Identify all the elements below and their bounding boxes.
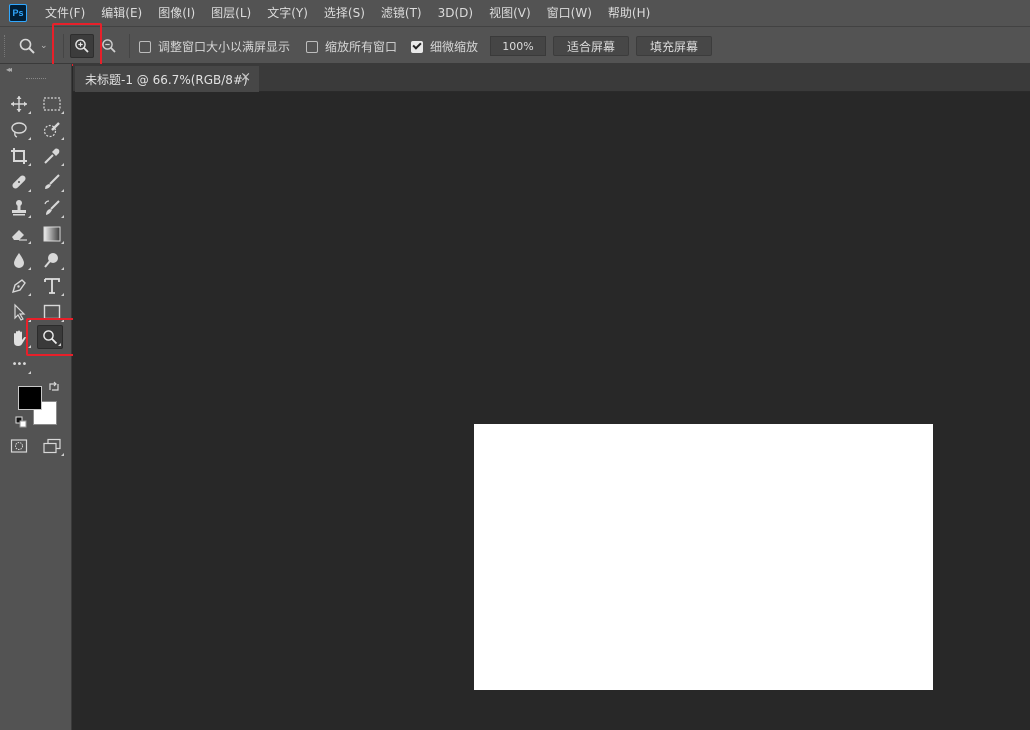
quick-mask-button[interactable] bbox=[6, 434, 32, 458]
rectangular-marquee-icon bbox=[43, 97, 61, 111]
document-canvas[interactable] bbox=[474, 424, 933, 690]
dodge-tool[interactable] bbox=[39, 248, 65, 272]
menu-type[interactable]: 文字(Y) bbox=[259, 0, 316, 26]
more-dots-icon: ••• bbox=[11, 358, 28, 370]
marquee-tool[interactable] bbox=[39, 92, 65, 116]
screen-mode-icon bbox=[43, 438, 61, 454]
zoom-percent-field[interactable]: 100% bbox=[490, 36, 546, 56]
eraser-icon bbox=[10, 225, 28, 243]
document-tab-bar: 未标题-1 @ 66.7%(RGB/8#) × bbox=[73, 64, 1030, 92]
clone-stamp-tool[interactable] bbox=[6, 196, 32, 220]
menu-image[interactable]: 图像(I) bbox=[150, 0, 203, 26]
fill-screen-button[interactable]: 填充屏幕 bbox=[636, 36, 712, 56]
lasso-tool[interactable] bbox=[6, 118, 32, 142]
document-tab-title: 未标题-1 @ 66.7%(RGB/8#) bbox=[85, 72, 248, 87]
brush-icon bbox=[43, 173, 61, 191]
move-tool[interactable] bbox=[6, 92, 32, 116]
zoom-tool-icon bbox=[18, 37, 36, 55]
checkbox-box-checked[interactable] bbox=[411, 40, 423, 53]
pen-icon bbox=[10, 277, 28, 295]
type-icon bbox=[43, 277, 61, 295]
menu-bar: Ps 文件(F) 编辑(E) 图像(I) 图层(L) 文字(Y) 选择(S) 滤… bbox=[0, 0, 1030, 26]
menu-help[interactable]: 帮助(H) bbox=[600, 0, 658, 26]
lasso-icon bbox=[10, 121, 28, 139]
move-icon bbox=[10, 95, 28, 113]
menu-view[interactable]: 视图(V) bbox=[481, 0, 539, 26]
menu-edit[interactable]: 编辑(E) bbox=[93, 0, 150, 26]
document-tab[interactable]: 未标题-1 @ 66.7%(RGB/8#) × bbox=[75, 66, 259, 92]
brush-tool[interactable] bbox=[39, 170, 65, 194]
foreground-color-swatch[interactable] bbox=[18, 386, 42, 410]
panel-grip[interactable] bbox=[26, 78, 46, 80]
dodge-icon bbox=[43, 251, 61, 269]
water-drop-icon bbox=[10, 251, 28, 269]
quick-selection-icon bbox=[43, 121, 61, 139]
menu-3d[interactable]: 3D(D) bbox=[430, 0, 481, 26]
healing-brush-tool[interactable] bbox=[6, 170, 32, 194]
swap-colors-icon[interactable] bbox=[48, 381, 60, 393]
screen-mode-button[interactable] bbox=[39, 434, 65, 458]
type-tool[interactable] bbox=[39, 274, 65, 298]
menu-layer[interactable]: 图层(L) bbox=[203, 0, 259, 26]
crop-icon bbox=[10, 147, 28, 165]
stamp-icon bbox=[10, 199, 28, 217]
quick-selection-tool[interactable] bbox=[39, 118, 65, 142]
canvas-workspace[interactable] bbox=[73, 92, 1030, 730]
blur-tool[interactable] bbox=[6, 248, 32, 272]
menu-window[interactable]: 窗口(W) bbox=[539, 0, 600, 26]
resize-windows-label: 调整窗口大小以满屏显示 bbox=[158, 40, 291, 54]
zoom-all-windows-label: 缩放所有窗口 bbox=[325, 40, 398, 54]
menu-filter[interactable]: 滤镜(T) bbox=[373, 0, 430, 26]
eraser-tool[interactable] bbox=[6, 222, 32, 246]
resize-windows-checkbox[interactable]: 调整窗口大小以满屏显示 bbox=[139, 38, 290, 55]
history-brush-tool[interactable] bbox=[39, 196, 65, 220]
highlight-box-zoom-in bbox=[52, 23, 102, 66]
close-icon[interactable]: × bbox=[240, 70, 251, 85]
options-bar-grip[interactable] bbox=[4, 35, 7, 57]
gradient-tool[interactable] bbox=[39, 222, 65, 246]
tools-panel: ◂◂ ••• bbox=[0, 64, 72, 730]
zoom-all-windows-checkbox[interactable]: 缩放所有窗口 bbox=[306, 38, 397, 55]
quick-mask-icon bbox=[10, 438, 28, 454]
default-colors-icon[interactable] bbox=[15, 416, 27, 428]
eyedropper-icon bbox=[43, 147, 61, 165]
collapse-panel-icon[interactable]: ◂◂ bbox=[6, 65, 12, 74]
crop-tool[interactable] bbox=[6, 144, 32, 168]
scrubby-zoom-checkbox[interactable]: 细微缩放 bbox=[411, 38, 478, 55]
options-bar: ⌄ 调整窗口大小以满屏显示 缩放所有窗口 细微缩放 100% 适合屏幕 填充屏幕 bbox=[0, 26, 1030, 64]
checkbox-box[interactable] bbox=[139, 40, 151, 53]
menu-select[interactable]: 选择(S) bbox=[316, 0, 373, 26]
fit-screen-button[interactable]: 适合屏幕 bbox=[553, 36, 629, 56]
eyedropper-tool[interactable] bbox=[39, 144, 65, 168]
pen-tool[interactable] bbox=[6, 274, 32, 298]
divider bbox=[129, 34, 130, 58]
checkbox-box[interactable] bbox=[306, 40, 318, 53]
scrubby-zoom-label: 细微缩放 bbox=[430, 40, 479, 54]
history-brush-icon bbox=[43, 199, 61, 217]
chevron-down-icon: ⌄ bbox=[40, 41, 48, 51]
bandage-icon bbox=[10, 173, 28, 191]
gradient-icon bbox=[43, 226, 61, 242]
app-logo: Ps bbox=[9, 4, 27, 22]
zoom-out-icon bbox=[101, 38, 117, 54]
